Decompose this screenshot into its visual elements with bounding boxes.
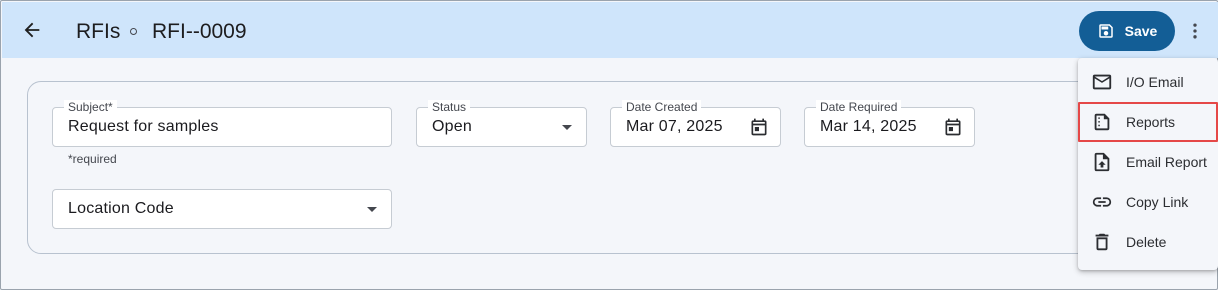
header-bar: RFIs RFI--0009 Save [2,2,1218,58]
status-label: Status [428,100,471,114]
file-upload-icon [1090,150,1114,174]
menu-item-label: Reports [1126,114,1176,130]
location-code-select[interactable]: Location Code [52,189,392,229]
subject-field[interactable]: Subject* Request for samples [52,100,392,147]
trash-icon [1090,230,1114,254]
menu-item-label: I/O Email [1126,74,1184,90]
menu-item-copy-link[interactable]: Copy Link [1078,182,1218,222]
date-required-value: Mar 14, 2025 [820,118,917,135]
menu-item-delete[interactable]: Delete [1078,222,1218,262]
mail-icon [1090,70,1114,94]
location-code-value: Location Code [68,200,174,217]
chevron-down-icon [367,207,377,212]
menu-item-email-report[interactable]: Email Report [1078,142,1218,182]
date-created-value: Mar 07, 2025 [626,118,723,135]
chevron-down-icon [562,125,572,130]
menu-item-label: Delete [1126,234,1167,250]
subject-label: Subject* [64,100,117,114]
date-created-label: Date Created [622,100,702,114]
calendar-icon[interactable] [748,116,770,138]
breadcrumb-root[interactable]: RFIs [76,20,120,44]
report-icon [1090,110,1114,134]
date-created-field[interactable]: Date Created Mar 07, 2025 [610,100,781,147]
menu-item-reports[interactable]: Reports [1078,102,1218,142]
status-value: Open [432,118,472,135]
arrow-left-icon [24,22,40,38]
subject-value: Request for samples [68,118,219,135]
status-select[interactable]: Status Open [416,100,587,147]
more-vertical-icon [1193,23,1197,39]
subject-helper-text: *required [68,152,117,166]
menu-item-label: Email Report [1126,154,1207,170]
floppy-disk-icon [1098,24,1113,38]
actions-menu: I/O Email Reports Email Report Copy Link… [1078,58,1218,270]
back-button[interactable] [18,16,46,44]
app-frame: RFIs RFI--0009 Save Subject* Request for… [0,0,1218,290]
save-button-label: Save [1124,23,1158,39]
save-button[interactable]: Save [1079,11,1175,51]
date-required-label: Date Required [816,100,902,114]
date-required-field[interactable]: Date Required Mar 14, 2025 [804,100,975,147]
more-options-button[interactable] [1182,16,1208,46]
calendar-icon[interactable] [942,116,964,138]
page-title: RFI--0009 [152,20,247,43]
link-icon [1090,190,1114,214]
menu-item-label: Copy Link [1126,194,1189,210]
menu-item-io-email[interactable]: I/O Email [1078,62,1218,102]
breadcrumb-separator [130,28,137,35]
